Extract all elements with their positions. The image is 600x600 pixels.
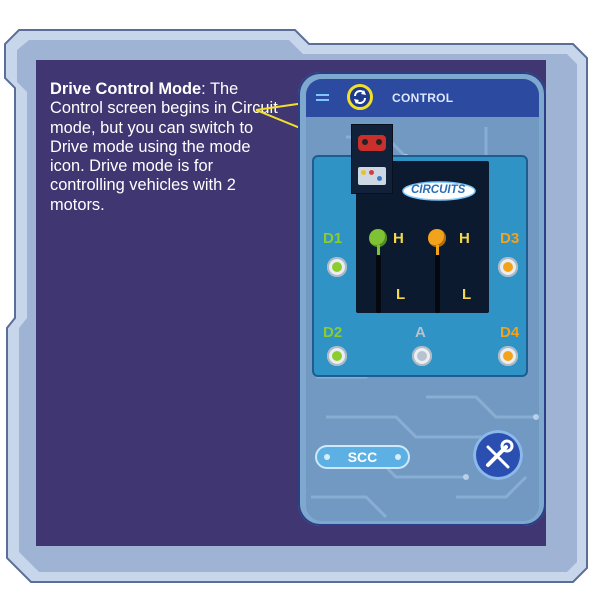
scc-pin-right: [395, 454, 401, 460]
scc-button[interactable]: SCC: [315, 445, 410, 469]
topbar-title: CONTROL: [392, 91, 454, 105]
right-lever-track[interactable]: [435, 255, 440, 313]
port-label-d2: D2: [323, 324, 343, 341]
port-d2[interactable]: [327, 346, 347, 366]
port-label-d3: D3: [500, 230, 520, 247]
circuit-board-icon[interactable]: [358, 167, 386, 185]
right-lever-low-label: L: [462, 286, 472, 303]
refresh-mode-icon[interactable]: [347, 84, 373, 110]
wrench-screwdriver-icon[interactable]: [473, 430, 523, 480]
right-lever-high-label: H: [459, 230, 470, 247]
left-lever-track[interactable]: [376, 255, 381, 313]
right-lever-stem: [436, 245, 439, 255]
port-d3[interactable]: [498, 257, 518, 277]
mode-popup: [351, 124, 393, 194]
port-d1[interactable]: [327, 257, 347, 277]
left-lever-high-label: H: [393, 230, 404, 247]
circuits-logo: CIRCUITS: [401, 180, 477, 202]
left-lever-low-label: L: [396, 286, 406, 303]
car-icon[interactable]: [358, 135, 386, 151]
port-label-a: A: [415, 324, 426, 341]
hamburger-icon[interactable]: [316, 94, 329, 104]
port-label-d4: D4: [500, 324, 520, 341]
port-d4[interactable]: [498, 346, 518, 366]
left-lever-stem: [377, 245, 380, 255]
port-label-d1: D1: [323, 230, 343, 247]
app-topbar: CONTROL: [306, 79, 539, 117]
port-a[interactable]: [412, 346, 432, 366]
